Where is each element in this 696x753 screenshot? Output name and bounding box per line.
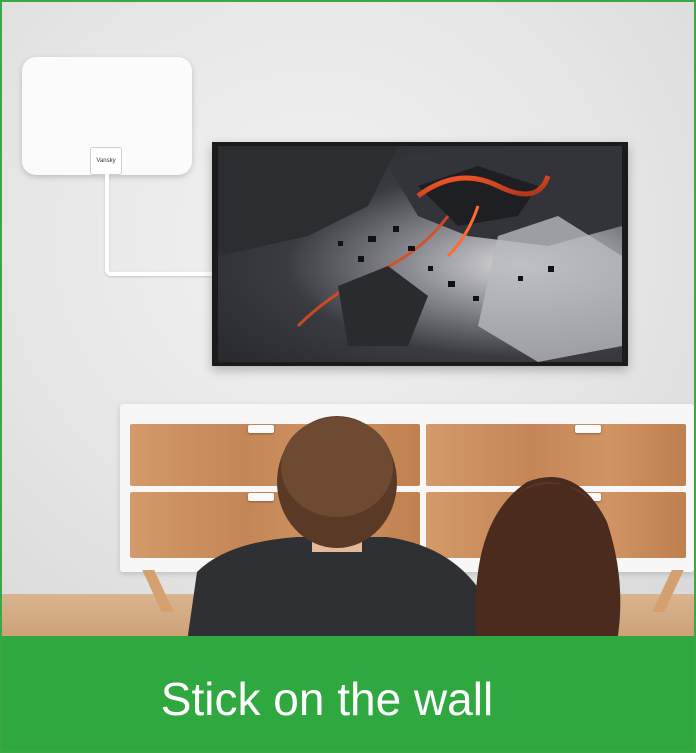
product-image: Vansky Stick on the wall [0,0,696,753]
tv-screen [218,146,622,362]
antenna-cable [105,174,219,276]
drawer-handle [575,425,601,433]
caption-text: Stick on the wall [160,673,494,725]
caption-banner: Stick on the wall [2,636,694,751]
woman-viewer [475,477,621,642]
tv-antenna: Vansky [22,57,192,175]
antenna-brand-label: Vansky [90,147,122,175]
television [212,142,628,366]
tv-screen-image [218,146,622,362]
